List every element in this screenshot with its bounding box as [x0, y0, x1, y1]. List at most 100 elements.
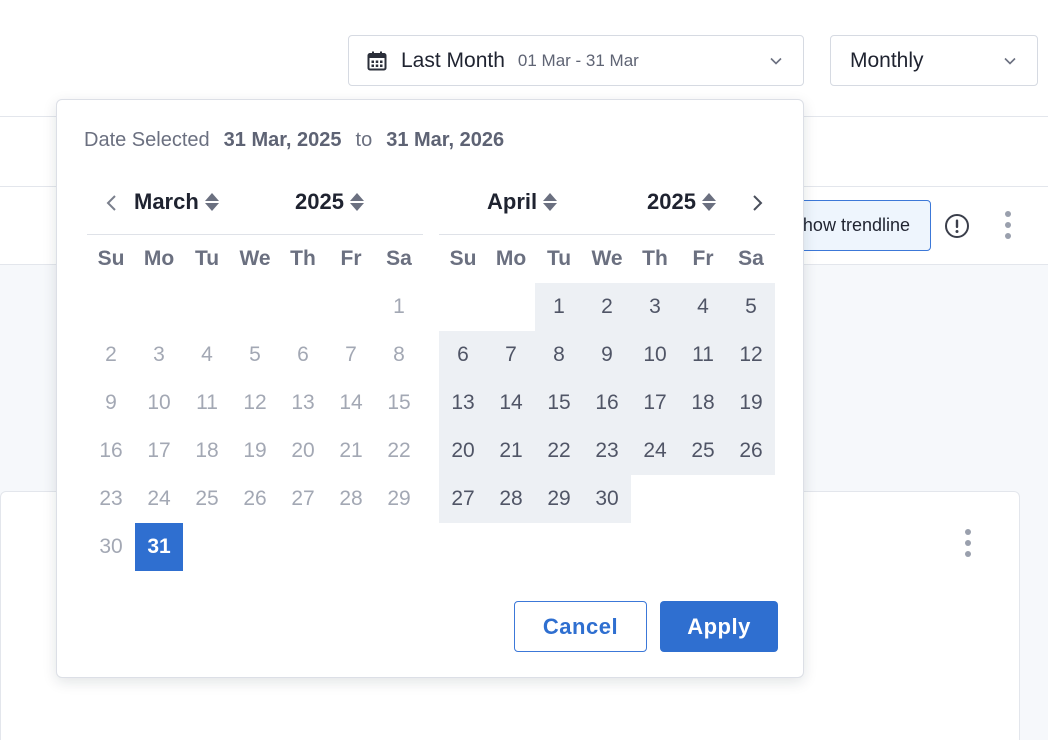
day-cell[interactable]: 11: [183, 379, 231, 427]
apply-button[interactable]: Apply: [660, 601, 778, 652]
calendar-left-header: March 2025: [87, 180, 423, 235]
day-cell[interactable]: 22: [375, 427, 423, 475]
day-cell[interactable]: 3: [135, 331, 183, 379]
chevron-down-icon: [1004, 57, 1016, 65]
weekday-header: Th: [290, 247, 316, 270]
date-range-label: 01 Mar - 31 Mar: [517, 50, 639, 70]
day-cell[interactable]: 17: [135, 427, 183, 475]
day-cell[interactable]: 18: [183, 427, 231, 475]
day-cell[interactable]: 28: [327, 475, 375, 523]
day-cell[interactable]: 5: [231, 331, 279, 379]
weekday-header: Fr: [340, 247, 362, 270]
day-cell[interactable]: 10: [135, 379, 183, 427]
weekday-header: Sa: [738, 247, 764, 270]
day-cell[interactable]: 24: [135, 475, 183, 523]
weekday-header: Mo: [143, 247, 175, 270]
info-icon[interactable]: [944, 213, 970, 239]
day-cell[interactable]: 15: [535, 379, 583, 427]
day-cell[interactable]: 1: [375, 283, 423, 331]
day-cell[interactable]: 12: [727, 331, 775, 379]
day-cell[interactable]: 6: [279, 331, 327, 379]
end-date-text: 31 Mar, 2026: [386, 129, 505, 151]
chart-menu-icon[interactable]: [1004, 211, 1012, 239]
day-cell[interactable]: 24: [631, 427, 679, 475]
day-cell[interactable]: 26: [231, 475, 279, 523]
calendar-right: April 2025 Su Mo Tu We Th Fr Sa 1 2 3 4 5 6 7 8 9 10 11 12…: [439, 180, 775, 523]
day-cell[interactable]: 23: [583, 427, 631, 475]
day-cell[interactable]: 2: [583, 283, 631, 331]
card-menu-icon[interactable]: [964, 529, 972, 557]
interval-select[interactable]: Monthly: [830, 35, 1038, 86]
day-cell[interactable]: 10: [631, 331, 679, 379]
day-cell[interactable]: 9: [583, 331, 631, 379]
day-cell[interactable]: 5: [727, 283, 775, 331]
day-cell[interactable]: 30: [87, 523, 135, 571]
day-cell[interactable]: 7: [327, 331, 375, 379]
weekday-header: Th: [642, 247, 668, 270]
start-date-text: 31 Mar, 2025: [223, 129, 342, 151]
day-cell[interactable]: 28: [487, 475, 535, 523]
day-cell[interactable]: 19: [231, 427, 279, 475]
calendar-right-header: April 2025: [439, 180, 775, 235]
weekday-header: We: [591, 247, 623, 270]
day-cell[interactable]: 8: [375, 331, 423, 379]
day-cell[interactable]: 25: [679, 427, 727, 475]
day-cell[interactable]: 3: [631, 283, 679, 331]
sort-arrows-icon: [701, 193, 716, 211]
day-cell[interactable]: 22: [535, 427, 583, 475]
month-select-right[interactable]: April: [487, 189, 558, 215]
day-cell[interactable]: 12: [231, 379, 279, 427]
day-cell[interactable]: 2: [87, 331, 135, 379]
calendar-left: March 2025 Su Mo Tu We Th Fr Sa 1 2 3 4 5 6 7 8 9 10 11 12…: [87, 180, 423, 571]
day-cell[interactable]: 16: [87, 427, 135, 475]
day-cell[interactable]: 30: [583, 475, 631, 523]
day-cell[interactable]: 23: [87, 475, 135, 523]
calendar-right-grid: Su Mo Tu We Th Fr Sa 1 2 3 4 5 6 7 8 9 10 11 12 13 14 15 16 17 1…: [439, 235, 775, 523]
day-cell[interactable]: 15: [375, 379, 423, 427]
day-cell[interactable]: 29: [375, 475, 423, 523]
date-selected-label: Date Selected: [84, 129, 210, 151]
year-select-right[interactable]: 2025: [647, 189, 716, 215]
month-select-left[interactable]: March: [134, 189, 219, 215]
day-cell[interactable]: 26: [727, 427, 775, 475]
day-cell[interactable]: 8: [535, 331, 583, 379]
weekday-header: Su: [97, 247, 125, 270]
calendar-icon: [367, 51, 387, 70]
day-cell[interactable]: 27: [439, 475, 487, 523]
date-range-dropdown[interactable]: Last Month 01 Mar - 31 Mar: [348, 35, 804, 86]
year-select-left[interactable]: 2025: [295, 189, 364, 215]
day-cell[interactable]: 4: [183, 331, 231, 379]
calendar-left-grid: Su Mo Tu We Th Fr Sa 1 2 3 4 5 6 7 8 9 10 11 12 13 14 15 16 17 1…: [87, 235, 423, 571]
chevron-right-icon[interactable]: [746, 192, 768, 214]
day-cell[interactable]: 6: [439, 331, 487, 379]
chevron-left-icon[interactable]: [101, 192, 123, 214]
weekday-header: Tu: [546, 247, 572, 270]
day-cell[interactable]: 9: [87, 379, 135, 427]
day-cell[interactable]: 13: [439, 379, 487, 427]
month-label-left: March: [134, 189, 199, 214]
day-cell[interactable]: 18: [679, 379, 727, 427]
day-cell[interactable]: 20: [279, 427, 327, 475]
day-cell[interactable]: 7: [487, 331, 535, 379]
day-cell[interactable]: 14: [327, 379, 375, 427]
selected-day-cell[interactable]: 31: [135, 523, 183, 571]
day-cell[interactable]: 21: [327, 427, 375, 475]
weekday-header: Mo: [495, 247, 527, 270]
day-cell[interactable]: 11: [679, 331, 727, 379]
day-cell[interactable]: 19: [727, 379, 775, 427]
day-cell[interactable]: 13: [279, 379, 327, 427]
day-cell[interactable]: 14: [487, 379, 535, 427]
day-cell[interactable]: 4: [679, 283, 727, 331]
day-cell[interactable]: 25: [183, 475, 231, 523]
chevron-down-icon: [770, 57, 782, 65]
day-cell[interactable]: 16: [583, 379, 631, 427]
cancel-button[interactable]: Cancel: [514, 601, 647, 652]
day-cell[interactable]: 17: [631, 379, 679, 427]
weekday-header: Tu: [194, 247, 220, 270]
day-cell[interactable]: 27: [279, 475, 327, 523]
day-cell[interactable]: 1: [535, 283, 583, 331]
day-cell[interactable]: 21: [487, 427, 535, 475]
sort-arrows-icon: [543, 193, 558, 211]
day-cell[interactable]: 20: [439, 427, 487, 475]
day-cell[interactable]: 29: [535, 475, 583, 523]
